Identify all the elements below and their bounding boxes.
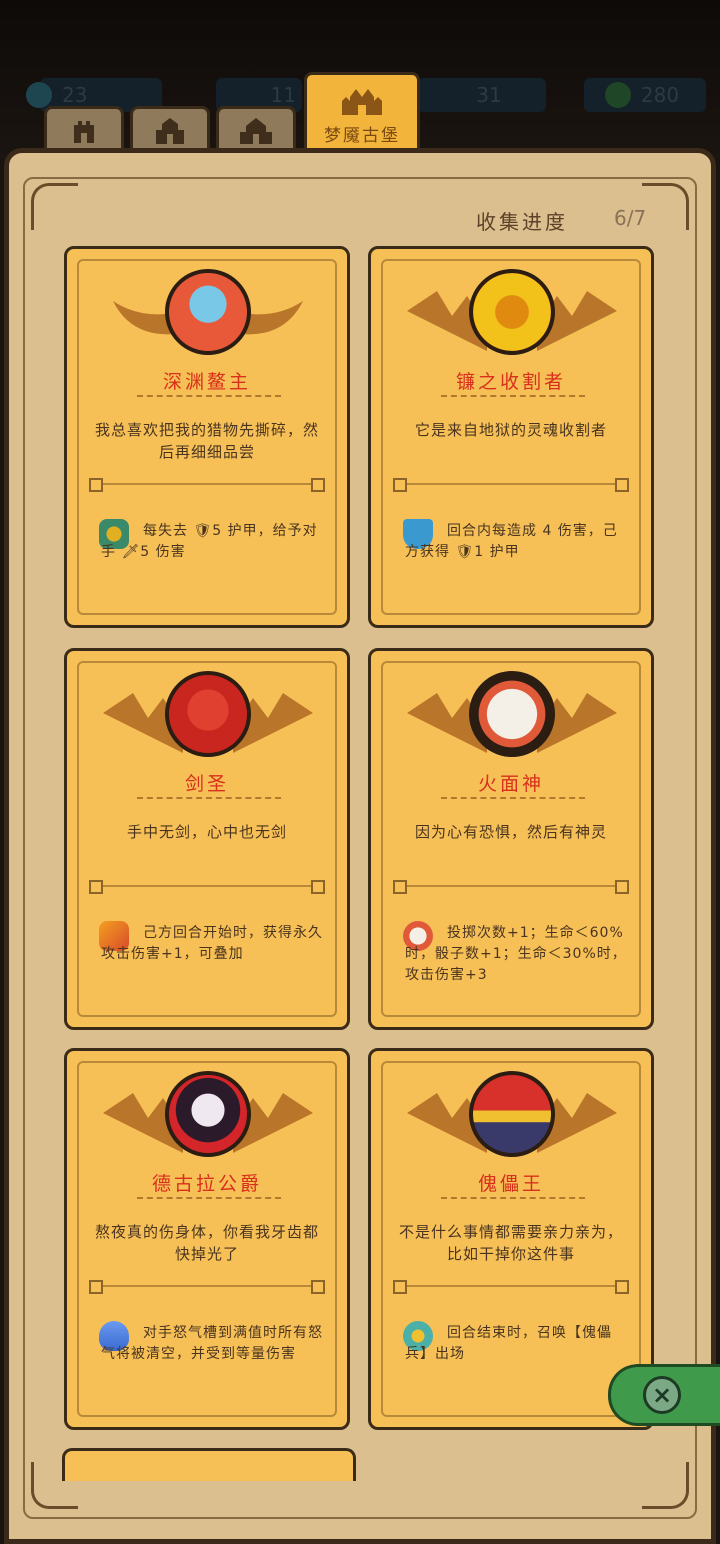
resource-keys: 31 (418, 78, 546, 112)
resource-energy: 280 (584, 78, 706, 112)
monster-card[interactable]: 火面神 因为心有恐惧，然后有神灵 投掷次数+1；生命＜60%时，骰子数+1；生命… (368, 648, 654, 1030)
close-icon: × (643, 1376, 681, 1414)
corner-ornament (31, 183, 78, 230)
monster-card[interactable]: 深渊鳌主 我总喜欢把我的猎物先撕碎，然后再细细品尝 每失去 🛡5 护甲，给予对手… (64, 246, 350, 628)
tab-castle-2[interactable] (130, 106, 210, 152)
card-divider (89, 478, 325, 492)
tab-label: 梦魇古堡 (324, 126, 400, 146)
card-name: 镰之收割者 (455, 371, 566, 393)
card-skill: 投掷次数+1；生命＜60%时，骰子数+1；生命＜30%时，攻击伤害+3 (405, 925, 627, 983)
resource-gems-value: 23 (62, 83, 88, 107)
corner-ornament (642, 1462, 689, 1509)
card-name: 德古拉公爵 (151, 1173, 262, 1195)
card-skill: 回合结束时，召唤【傀儡兵】出场 (405, 1325, 612, 1362)
tab-nightmare-castle[interactable]: 梦魇古堡 (304, 72, 420, 154)
card-description: 熬夜真的伤身体，你看我牙齿都快掉光了 (94, 1223, 319, 1263)
card-description: 我总喜欢把我的猎物先撕碎，然后再细细品尝 (94, 421, 319, 461)
card-skill: 回合内每造成 4 伤害，己方获得 🛡1 护甲 (405, 523, 618, 560)
collection-progress-label: 收集进度 (476, 210, 568, 234)
card-name: 火面神 (477, 773, 544, 795)
card-description: 因为心有恐惧，然后有神灵 (414, 823, 607, 841)
monster-card-partial[interactable] (62, 1448, 356, 1481)
dracula-portrait (165, 1071, 251, 1157)
monster-card[interactable]: 德古拉公爵 熬夜真的伤身体，你看我牙齿都快掉光了 对手怒气槽到满值时所有怒气将被… (64, 1048, 350, 1430)
card-name: 剑圣 (184, 773, 229, 795)
card-divider (393, 880, 629, 894)
sword-saint-portrait (165, 671, 251, 757)
leaf-icon (604, 82, 631, 108)
monster-card[interactable]: 剑圣 手中无剑，心中也无剑 己方回合开始时，获得永久攻击伤害+1，可叠加 (64, 648, 350, 1030)
card-divider (393, 478, 629, 492)
tab-castle-3[interactable] (216, 106, 296, 152)
resource-energy-value: 280 (640, 83, 680, 107)
card-divider (393, 1280, 629, 1294)
gem-icon (26, 82, 52, 108)
card-description: 手中无剑，心中也无剑 (126, 823, 287, 841)
card-skill: 对手怒气槽到满值时所有怒气将被清空，并受到等量伤害 (101, 1325, 323, 1362)
palace-icon (342, 89, 382, 115)
card-divider (89, 1280, 325, 1294)
monster-card[interactable]: 傀儡王 不是什么事情都需要亲力亲为，比如干掉你这件事 回合结束时，召唤【傀儡兵】… (368, 1048, 654, 1430)
card-description: 不是什么事情都需要亲力亲为，比如干掉你这件事 (398, 1223, 623, 1263)
card-name: 傀儡王 (477, 1173, 544, 1195)
card-description: 它是来自地狱的灵魂收割者 (414, 421, 607, 439)
reaper-portrait (469, 269, 555, 355)
close-button[interactable]: × (608, 1364, 720, 1426)
resource-keys-value: 31 (476, 83, 502, 107)
resource-gold-value: 11 (270, 83, 296, 107)
castle-gate-icon (156, 117, 184, 144)
tab-castle-1[interactable] (44, 106, 124, 152)
card-skill: 每失去 🛡5 护甲，给予对手 🗡5 伤害 (101, 523, 318, 560)
fire-mask-god-portrait (469, 671, 555, 757)
monster-card[interactable]: 镰之收割者 它是来自地狱的灵魂收割者 回合内每造成 4 伤害，己方获得 🛡1 护… (368, 246, 654, 628)
corner-ornament (642, 183, 689, 230)
abyss-lord-portrait (165, 269, 251, 355)
puppet-king-portrait (469, 1071, 555, 1157)
collection-progress-value: 6/7 (614, 206, 647, 230)
card-divider (89, 880, 325, 894)
card-skill: 己方回合开始时，获得永久攻击伤害+1，可叠加 (101, 925, 323, 962)
card-name: 深渊鳌主 (162, 371, 251, 393)
castle-keep-icon (240, 117, 272, 144)
castle-tower-icon (74, 120, 94, 143)
